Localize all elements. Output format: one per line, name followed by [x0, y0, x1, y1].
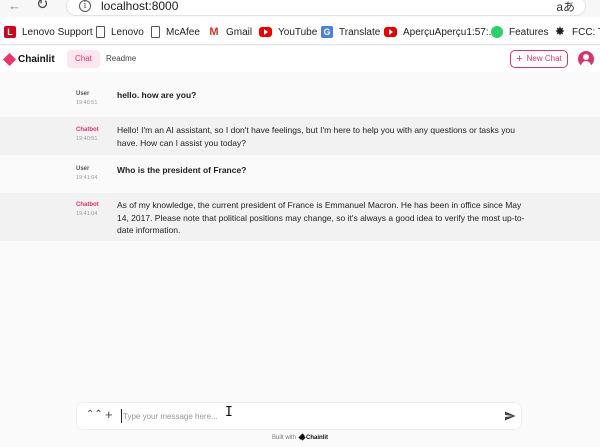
bookmark-label: Lenovo	[111, 26, 144, 38]
translate-page-icon[interactable]: aあ	[556, 0, 575, 15]
bookmark-lenovo-support[interactable]: L Lenovo Support	[4, 24, 93, 40]
footer-brand: Chainlit	[306, 435, 328, 441]
bookmark-label: McAfee	[166, 26, 200, 38]
message-author: Chatbot	[76, 127, 99, 133]
fcc-icon: ✸	[555, 26, 565, 38]
youtube-icon	[384, 27, 397, 37]
plus-icon: +	[516, 53, 523, 65]
message-row: Chatbot 19:41:04 As of my knowledge, the…	[0, 193, 600, 241]
message-content: hello. how are you?	[117, 90, 197, 100]
new-chat-label: New Chat	[526, 54, 562, 63]
message-row: User 19:40:51 hello. how are you?	[0, 80, 600, 116]
plus-icon[interactable]: +	[105, 408, 113, 421]
gmail-icon: M	[209, 26, 219, 38]
page-icon	[96, 26, 105, 38]
address-bar[interactable]: i localhost:8000 aあ	[66, 0, 586, 16]
tab-readme[interactable]: Readme	[98, 50, 144, 68]
bookmark-features[interactable]: Features	[491, 24, 548, 40]
reload-icon[interactable]: ↻	[36, 0, 49, 12]
message-content: Who is the president of France?	[117, 165, 247, 175]
bookmark-gmail[interactable]: M Gmail	[208, 24, 252, 40]
site-info-icon[interactable]: i	[79, 0, 91, 12]
message-timestamp: 19:40:51	[76, 100, 98, 106]
bookmark-label: FCC: Tec	[572, 26, 600, 38]
bookmark-youtube[interactable]: YouTube	[259, 24, 317, 40]
message-author: Chatbot	[76, 202, 99, 208]
message-input[interactable]	[121, 409, 491, 423]
bookmark-label: AperçuAperçu1:57:...	[403, 26, 497, 38]
message-row: User 19:41:04 Who is the president of Fr…	[0, 156, 600, 192]
bookmark-translate[interactable]: G Translate	[321, 24, 380, 40]
new-chat-button[interactable]: + New Chat	[510, 50, 568, 68]
bookmark-label: Gmail	[226, 26, 253, 38]
bookmark-mcafee[interactable]: McAfee	[151, 24, 200, 40]
bookmark-label: YouTube	[278, 26, 318, 38]
bookmark-label: Features	[509, 26, 549, 38]
built-with-footer: Built with Chainlit	[0, 433, 600, 441]
lenovo-icon: L	[4, 26, 16, 38]
youtube-icon	[259, 27, 272, 37]
message-author: User	[76, 91, 90, 97]
chainlit-logo: Chainlit	[2, 52, 55, 67]
message-composer: ⌃⌃ +	[77, 403, 521, 429]
url-text[interactable]: localhost:8000	[101, 0, 178, 13]
message-content: Hello! I'm an AI assistant, so I don't h…	[117, 125, 515, 148]
back-arrow-icon[interactable]: ←	[8, 0, 21, 12]
user-avatar-button[interactable]	[578, 51, 594, 67]
message-author: User	[76, 166, 90, 172]
bookmark-apercu[interactable]: AperçuAperçu1:57:...	[384, 24, 497, 40]
built-with-label: Built with	[271, 435, 296, 441]
bookmark-label: Lenovo Support	[22, 26, 93, 38]
chainlit-logo-icon	[2, 52, 17, 67]
bookmark-fcc[interactable]: ✸ FCC: Tec	[554, 24, 600, 40]
user-icon	[583, 54, 589, 60]
bookmarks-bar: L Lenovo Support Lenovo McAfee M Gmail Y…	[0, 17, 600, 45]
logo-text: Chainlit	[18, 54, 55, 65]
text-cursor-icon: I	[225, 405, 233, 420]
chainlit-logo-icon	[298, 433, 306, 441]
tab-chat[interactable]: Chat	[67, 50, 100, 68]
message-row: Chatbot 19:40:51 Hello! I'm an AI assist…	[0, 117, 600, 155]
whatsapp-icon	[491, 26, 503, 38]
translate-icon: G	[321, 26, 333, 38]
message-timestamp: 19:41:04	[76, 211, 98, 217]
app-header: Chainlit Chat Readme + New Chat	[0, 46, 600, 72]
message-timestamp: 19:40:51	[76, 136, 98, 142]
bookmark-lenovo[interactable]: Lenovo	[96, 24, 144, 40]
browser-toolbar: ← ↻ i localhost:8000 aあ	[0, 0, 600, 16]
send-icon[interactable]	[504, 410, 516, 422]
bookmark-label: Translate	[339, 26, 381, 38]
page-icon	[151, 26, 160, 38]
message-content: As of my knowledge, the current presiden…	[117, 200, 525, 235]
chevrons-up-icon[interactable]: ⌃⌃	[86, 410, 103, 420]
message-timestamp: 19:41:04	[76, 175, 98, 181]
